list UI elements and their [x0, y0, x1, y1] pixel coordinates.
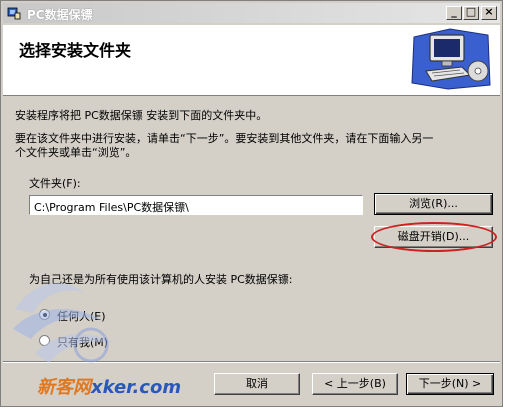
watermark-text-en: xker.com	[91, 377, 182, 398]
next-button[interactable]: 下一步(N) >	[406, 373, 494, 395]
watermark-text-cn: 新客网	[37, 377, 91, 398]
back-button[interactable]: < 上一步(B)	[312, 373, 398, 395]
wizard-header: 选择安装文件夹	[3, 25, 500, 96]
folder-path-value: C:\Program Files\PC数据保镖\	[34, 201, 189, 214]
title-bar[interactable]: PC数据保镖 _ □ ×	[3, 3, 500, 23]
back-button-label: < 上一步(B)	[324, 377, 386, 390]
computer-install-icon	[411, 28, 491, 90]
watermark-logo-icon	[13, 283, 115, 363]
browse-button-label: 浏览(R)...	[409, 197, 458, 210]
installer-icon	[7, 7, 21, 20]
maximize-button[interactable]: □	[463, 5, 479, 20]
next-button-label: 下一步(N) >	[418, 377, 482, 390]
cancel-button-label: 取消	[246, 377, 268, 390]
close-button[interactable]: ×	[481, 5, 497, 20]
watermark-text: 新客网xker.com	[37, 373, 181, 399]
minimize-button[interactable]: _	[446, 5, 462, 20]
folder-path-input[interactable]: C:\Program Files\PC数据保镖\	[29, 195, 363, 215]
installer-window: PC数据保镖 _ □ × 选择安装文件夹 安装程序将把 PC数据保镖 安装到下面…	[0, 0, 503, 407]
annotation-ellipse	[371, 222, 497, 252]
page-title: 选择安装文件夹	[19, 41, 132, 60]
instruction-text-line2: 个文件夹或单击“浏览”。	[15, 146, 137, 159]
folder-label: 文件夹(F):	[29, 177, 81, 190]
browse-button[interactable]: 浏览(R)...	[374, 193, 493, 215]
window-title: PC数据保镖	[27, 8, 93, 22]
instruction-text-line1: 要在该文件夹中进行安装，请单击“下一步”。要安装到其他文件夹，请在下面输入另一	[15, 132, 434, 145]
cancel-button[interactable]: 取消	[214, 373, 300, 395]
intro-text: 安装程序将把 PC数据保镖 安装到下面的文件夹中。	[15, 109, 268, 122]
